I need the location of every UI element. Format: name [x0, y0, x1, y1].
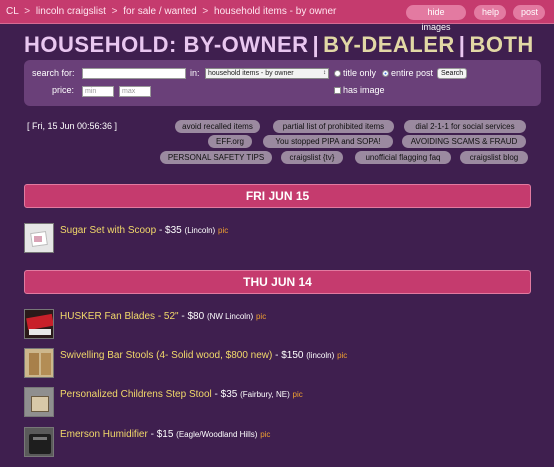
listing-thumbnail[interactable]	[24, 427, 54, 457]
hide-images-button[interactable]: hide images	[406, 5, 466, 32]
help-button[interactable]: help	[474, 5, 506, 20]
link-eff[interactable]: EFF.org	[208, 135, 252, 148]
max-price-input[interactable]: max	[119, 86, 151, 97]
listing-thumbnail[interactable]	[24, 348, 54, 378]
top-bar: CL > lincoln craigslist > for sale / wan…	[0, 0, 554, 32]
listing-item[interactable]: Personalized Childrens Step Stool - $35 …	[24, 387, 534, 417]
link-avoid-recalled[interactable]: avoid recalled items	[175, 120, 260, 133]
listing-location: (Eagle/Woodland Hills)	[176, 430, 258, 439]
listing-title[interactable]: HUSKER Fan Blades - 52"	[60, 311, 179, 322]
category-value: household items - by owner	[208, 70, 294, 77]
select-arrows-icon: ↕	[323, 70, 326, 76]
breadcrumb-separator: >	[111, 6, 118, 17]
search-form: search for: in: household items - by own…	[24, 60, 541, 106]
entire-post-label: entire post	[391, 68, 434, 78]
in-label: in:	[190, 68, 200, 78]
listing-location: (Fairbury, NE)	[240, 390, 290, 399]
listing-pic-tag: pic	[255, 312, 267, 321]
link-avoiding-scams[interactable]: AVOIDING SCAMS & FRAUD	[402, 135, 526, 148]
breadcrumb-city[interactable]: lincoln craigslist	[36, 6, 106, 17]
breadcrumb-category: household items - by owner	[214, 6, 337, 17]
day-header: THU JUN 14	[24, 270, 531, 294]
listing-price: - $80	[181, 311, 205, 322]
breadcrumb-separator: >	[24, 6, 31, 17]
listing-thumbnail[interactable]	[24, 309, 54, 339]
listing-pic-tag: pic	[292, 390, 303, 399]
link-craigslist-blog[interactable]: craigslist blog	[460, 151, 528, 164]
listing-pic-tag: pic	[260, 430, 271, 439]
listing-title[interactable]: Sugar Set with Scoop	[60, 225, 156, 236]
title-separator: |	[458, 32, 466, 57]
post-button[interactable]: post	[513, 5, 545, 20]
title-only-label: title only	[343, 68, 377, 78]
listing-item[interactable]: Sugar Set with Scoop - $35 (Lincoln) pic	[24, 223, 534, 253]
listing-item[interactable]: Emerson Humidifier - $15 (Eagle/Woodland…	[24, 427, 534, 457]
link-prohibited-items[interactable]: partial list of prohibited items	[273, 120, 394, 133]
current-datetime: [ Fri, 15 Jun 00:56:36 ]	[27, 121, 118, 131]
link-pipa-sopa[interactable]: You stopped PIPA and SOPA!	[263, 135, 393, 148]
listing-thumbnail[interactable]	[24, 223, 54, 253]
listing-price: - $35	[214, 389, 238, 400]
breadcrumb-section[interactable]: for sale / wanted	[123, 6, 196, 17]
breadcrumb-cl[interactable]: CL	[6, 6, 18, 17]
link-safety-tips[interactable]: PERSONAL SAFETY TIPS	[160, 151, 272, 164]
title-separator: |	[312, 32, 320, 57]
listing-location: (Lincoln)	[184, 226, 216, 235]
min-price-input[interactable]: min	[82, 86, 114, 97]
listing-pic-tag: pic	[337, 351, 348, 360]
search-button[interactable]: Search	[437, 68, 468, 79]
search-input[interactable]	[82, 68, 186, 79]
link-flagging-faq[interactable]: unofficial flagging faq	[355, 151, 451, 164]
listing-price: - $15	[150, 429, 174, 440]
listing-title[interactable]: Swivelling Bar Stools (4- Solid wood, $8…	[60, 350, 272, 361]
listing-thumbnail[interactable]	[24, 387, 54, 417]
listing-item[interactable]: Swivelling Bar Stools (4- Solid wood, $8…	[24, 348, 534, 378]
price-label: price:	[52, 85, 75, 95]
listing-price: - $150	[275, 350, 304, 361]
has-image-label: has image	[343, 85, 385, 95]
day-header: FRI JUN 15	[24, 184, 531, 208]
listing-pic-tag: pic	[218, 226, 229, 235]
listing-location: (lincoln)	[306, 351, 335, 360]
title-only-radio[interactable]	[334, 70, 341, 77]
listing-price: - $35	[158, 225, 182, 236]
has-image-checkbox[interactable]	[334, 87, 341, 94]
listing-title[interactable]: Personalized Childrens Step Stool	[60, 389, 212, 400]
by-dealer-link[interactable]: BY-DEALER	[323, 32, 455, 57]
listing-location: (NW Lincoln)	[206, 312, 254, 321]
breadcrumb-separator: >	[202, 6, 209, 17]
page-title: HOUSEHOLD: BY-OWNER | BY-DEALER | BOTH	[24, 32, 534, 58]
link-craigslist-tv[interactable]: craigslist {tv}	[281, 151, 343, 164]
listing-item[interactable]: HUSKER Fan Blades - 52" - $80 (NW Lincol…	[24, 309, 534, 339]
both-link[interactable]: BOTH	[469, 32, 533, 57]
link-social-services[interactable]: dial 2-1-1 for social services	[404, 120, 526, 133]
entire-post-radio[interactable]	[382, 70, 389, 77]
listing-title[interactable]: Emerson Humidifier	[60, 429, 148, 440]
category-select[interactable]: household items - by owner ↕	[205, 68, 329, 79]
search-label: search for:	[32, 68, 75, 78]
breadcrumb: CL > lincoln craigslist > for sale / wan…	[6, 6, 336, 17]
by-owner-title: HOUSEHOLD: BY-OWNER	[24, 32, 309, 57]
